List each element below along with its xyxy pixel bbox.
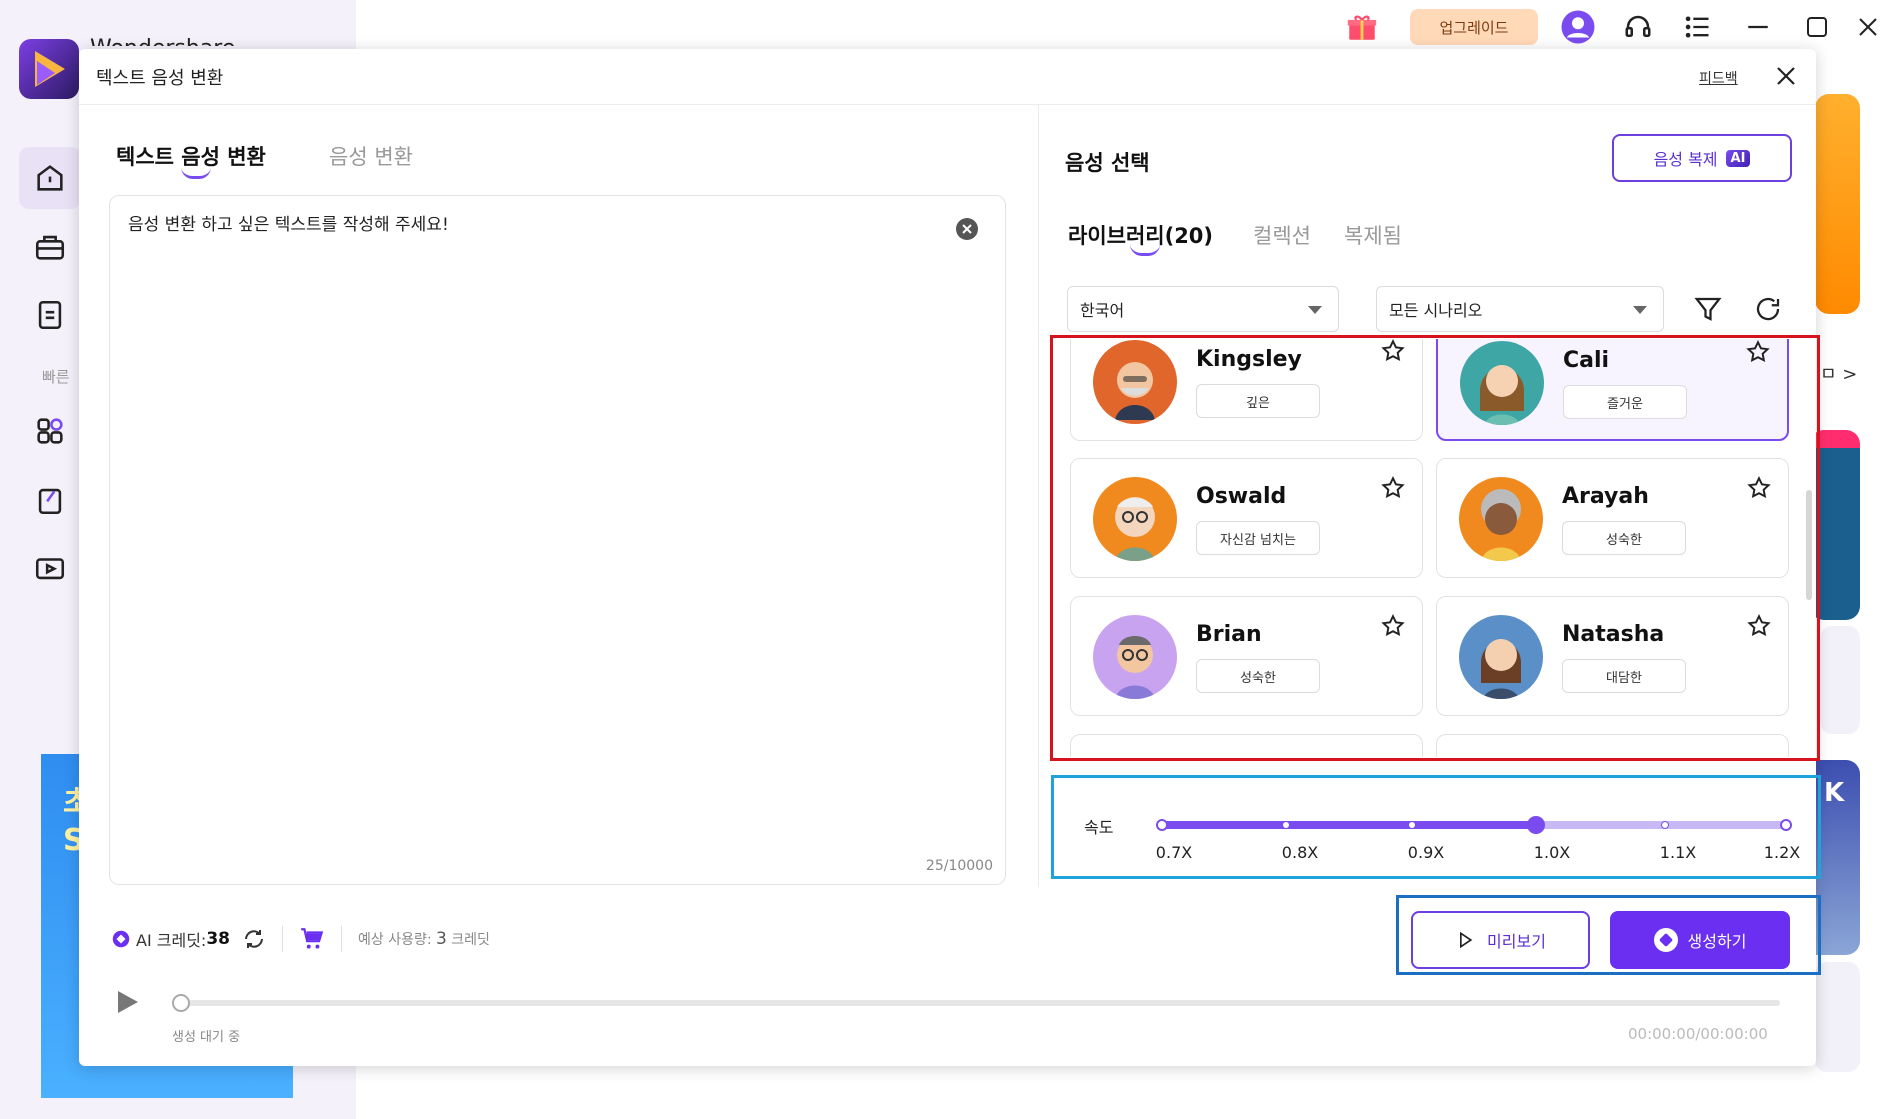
text-input-content[interactable]: 음성 변환 하고 싶은 텍스트를 작성해 주세요! (128, 210, 449, 235)
apps-icon[interactable] (19, 400, 81, 462)
estimate-text: 예상 사용량: 3 크레딧 (357, 929, 490, 949)
speed-slider-stop (1409, 822, 1415, 828)
generation-status: 생성 대기 중 (172, 1030, 241, 1045)
speed-tick-label: 1.1X (1659, 843, 1697, 862)
speed-slider[interactable] (1156, 816, 1792, 834)
close-window-icon[interactable] (1848, 7, 1888, 47)
speed-label: 속도 (1084, 818, 1114, 837)
credits-value: 38 (206, 929, 230, 949)
video-play-icon[interactable] (19, 537, 81, 599)
tab-collection[interactable]: 컬렉션 (1253, 220, 1311, 250)
close-icon[interactable] (1769, 59, 1803, 93)
bg-card (1815, 962, 1860, 1072)
minimize-icon[interactable] (1738, 7, 1778, 47)
voice-clone-button[interactable]: 음성 복제 AI (1612, 134, 1792, 182)
document-icon[interactable] (19, 284, 81, 346)
toolbox-icon[interactable] (19, 216, 81, 278)
bg-card-letter: K (1824, 778, 1845, 808)
refresh-icon[interactable] (242, 927, 266, 951)
speed-tick-label: 0.9X (1407, 843, 1445, 862)
speed-slider-fill (1160, 821, 1536, 829)
app-logo (19, 39, 79, 99)
speed-slider-stop (1156, 819, 1168, 831)
speed-tick-label: 1.2X (1763, 843, 1801, 862)
dialog-title: 텍스트 음성 변환 (96, 68, 224, 89)
quick-section-label: 빠른 (42, 368, 70, 386)
voice-clone-label: 음성 복제 (1653, 150, 1718, 169)
playback-progress[interactable] (180, 1000, 1780, 1006)
dialog-header: 텍스트 음성 변환 피드백 (79, 49, 1816, 105)
highlight-voice-list (1050, 335, 1820, 761)
speed-slider-stop (1283, 822, 1289, 828)
ai-credit-icon (112, 930, 130, 948)
user-avatar-icon[interactable] (1558, 7, 1598, 47)
gift-icon[interactable] (1342, 7, 1382, 47)
generate-label: 생성하기 (1687, 932, 1747, 951)
preview-button[interactable]: 미리보기 (1411, 911, 1590, 969)
home-icon[interactable] (19, 147, 81, 209)
playback-progress-knob[interactable] (172, 994, 190, 1012)
bg-more-link: ㅁ > (1820, 364, 1858, 385)
credits-label: AI 크레딧: (136, 931, 207, 950)
voice-select-title: 음성 선택 (1065, 151, 1150, 175)
reload-icon[interactable] (1753, 294, 1783, 324)
play-icon (1460, 931, 1473, 949)
feedback-link[interactable]: 피드백 (1699, 68, 1738, 88)
chevron-down-icon (1633, 306, 1647, 314)
edit-document-icon[interactable] (19, 469, 81, 531)
char-count: 25/10000 (925, 858, 993, 874)
ai-badge: AI (1725, 149, 1751, 167)
speed-slider-thumb[interactable] (1527, 816, 1545, 834)
scenario-dropdown[interactable]: 모든 시나리오 (1376, 286, 1664, 332)
speed-tick-label: 1.0X (1533, 843, 1571, 862)
language-value: 한국어 (1080, 301, 1125, 320)
upgrade-button[interactable]: 업그레이드 (1410, 9, 1538, 45)
speed-slider-stop (1780, 819, 1792, 831)
play-icon[interactable] (116, 989, 140, 1015)
text-input-area[interactable]: 음성 변환 하고 싶은 텍스트를 작성해 주세요! 25/10000 (109, 195, 1006, 885)
tab-cloned[interactable]: 복제됨 (1344, 220, 1402, 250)
maximize-icon[interactable] (1797, 7, 1837, 47)
tab-active-indicator (181, 167, 211, 179)
scenario-value: 모든 시나리오 (1389, 301, 1483, 320)
time-readout: 00:00:00/00:00:00 (1628, 1025, 1768, 1043)
speed-slider-stop (1661, 821, 1669, 829)
credit-bar: AI 크레딧: 38 예상 사용량: 3 크레딧 (112, 924, 490, 954)
headset-icon[interactable] (1618, 7, 1658, 47)
speed-tick-label: 0.8X (1281, 843, 1319, 862)
menu-icon[interactable] (1678, 7, 1718, 47)
language-dropdown[interactable]: 한국어 (1067, 286, 1339, 332)
filter-icon[interactable] (1693, 294, 1723, 324)
chevron-down-icon (1308, 306, 1322, 314)
generate-button[interactable]: 생성하기 (1610, 911, 1790, 969)
divider (281, 926, 283, 952)
clear-text-icon[interactable] (956, 218, 978, 240)
bg-card (1820, 626, 1860, 734)
bg-card (1815, 94, 1860, 314)
divider (340, 926, 342, 952)
preview-label: 미리보기 (1487, 932, 1546, 951)
cart-icon[interactable] (299, 926, 325, 952)
ai-generate-icon (1653, 928, 1678, 952)
tab-voice-changer[interactable]: 음성 변환 (329, 141, 413, 171)
speed-tick-label: 0.7X (1155, 843, 1193, 862)
